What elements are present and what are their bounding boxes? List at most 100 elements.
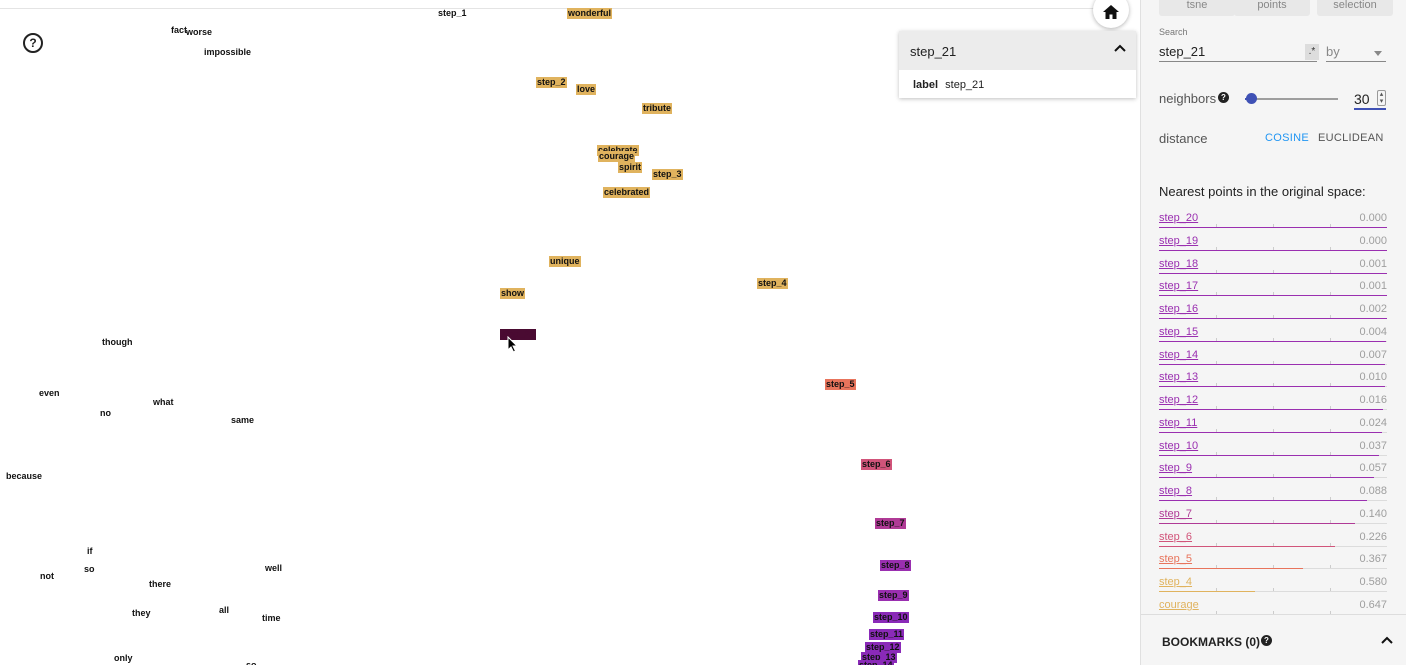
- nearest-point-name[interactable]: step_20: [1159, 212, 1198, 224]
- point-label[interactable]: what: [153, 397, 174, 408]
- nearest-point-distance: 0.140: [1359, 507, 1387, 520]
- point-label[interactable]: step_11: [869, 629, 905, 640]
- nearest-point-row[interactable]: step_20 0.000: [1159, 210, 1387, 233]
- point-label[interactable]: step_7: [875, 518, 906, 529]
- nearest-point-name[interactable]: step_14: [1159, 349, 1198, 361]
- point-label[interactable]: well: [265, 563, 282, 574]
- nearest-point-row[interactable]: step_19 0.000: [1159, 233, 1387, 256]
- nearest-point-name[interactable]: step_7: [1159, 508, 1192, 520]
- neighbors-help-icon[interactable]: ?: [1218, 92, 1229, 103]
- point-label[interactable]: same: [231, 415, 254, 426]
- point-label[interactable]: step_14: [858, 660, 894, 665]
- distance-euclidean-button[interactable]: EUCLIDEAN: [1318, 132, 1384, 144]
- point-label[interactable]: step_3: [652, 169, 683, 180]
- nearest-point-name[interactable]: step_19: [1159, 235, 1198, 247]
- nearest-point-name[interactable]: step_18: [1159, 258, 1198, 270]
- point-label[interactable]: no: [100, 408, 111, 419]
- tab-points[interactable]: points: [1234, 0, 1310, 16]
- point-label[interactable]: time: [262, 613, 281, 624]
- nearest-point-name[interactable]: step_4: [1159, 576, 1192, 588]
- nearest-point-name[interactable]: step_16: [1159, 303, 1198, 315]
- search-input[interactable]: step_21: [1159, 42, 1317, 62]
- help-icon[interactable]: ?: [23, 33, 43, 53]
- point-label[interactable]: step_2: [536, 77, 567, 88]
- nearest-point-name[interactable]: courage: [1159, 599, 1199, 611]
- point-label[interactable]: wonderful: [567, 8, 612, 19]
- point-label[interactable]: impossible: [204, 47, 251, 58]
- neighbors-slider-track[interactable]: [1245, 98, 1338, 100]
- neighbors-number-input[interactable]: 30 ▴ ▾: [1354, 88, 1386, 110]
- nearest-point-name[interactable]: step_11: [1159, 417, 1197, 429]
- nearest-point-row[interactable]: step_16 0.002: [1159, 301, 1387, 324]
- nearest-point-row[interactable]: step_14 0.007: [1159, 347, 1387, 370]
- point-label[interactable]: step_8: [880, 560, 911, 571]
- point-label[interactable]: even: [39, 388, 60, 399]
- point-label[interactable]: spirit: [618, 162, 643, 173]
- projection-canvas[interactable]: step_1 wonderful fact worse impossible step_2…: [0, 0, 1140, 665]
- point-label[interactable]: if: [87, 546, 93, 557]
- spinner-icon[interactable]: ▴ ▾: [1377, 90, 1386, 106]
- nearest-point-name[interactable]: step_5: [1159, 553, 1192, 565]
- bookmarks-help-icon[interactable]: ?: [1261, 635, 1272, 646]
- point-label[interactable]: step_1: [438, 8, 467, 19]
- point-label[interactable]: fact: [171, 25, 187, 36]
- nearest-point-row[interactable]: step_12 0.016: [1159, 392, 1387, 415]
- point-label[interactable]: unique: [549, 256, 581, 267]
- point-label[interactable]: step_6: [861, 459, 892, 470]
- point-label[interactable]: courage: [598, 151, 636, 162]
- chevron-up-icon[interactable]: [1114, 44, 1126, 52]
- chevron-up-icon[interactable]: [1381, 636, 1393, 644]
- point-label[interactable]: only: [114, 653, 133, 664]
- nearest-point-row[interactable]: step_5 0.367: [1159, 551, 1387, 574]
- point-label[interactable]: all: [219, 605, 229, 616]
- nearest-point-row[interactable]: step_8 0.088: [1159, 483, 1387, 506]
- regex-toggle-button[interactable]: .*: [1305, 44, 1319, 60]
- nearest-point-row[interactable]: step_7 0.140: [1159, 506, 1387, 529]
- point-label[interactable]: step_10: [873, 612, 909, 623]
- distance-cosine-button[interactable]: COSINE: [1265, 132, 1309, 144]
- nearest-point-name[interactable]: step_6: [1159, 531, 1192, 543]
- neighbors-slider-thumb[interactable]: [1246, 93, 1257, 104]
- point-label[interactable]: tribute: [642, 103, 672, 114]
- point-label[interactable]: love: [576, 84, 597, 95]
- nearest-point-row[interactable]: step_18 0.001: [1159, 256, 1387, 279]
- distance-bar: [1159, 454, 1379, 456]
- distance-bar: [1159, 272, 1387, 274]
- nearest-point-name[interactable]: step_9: [1159, 462, 1192, 474]
- nearest-point-name[interactable]: step_15: [1159, 326, 1198, 338]
- nearest-point-name[interactable]: step_10: [1159, 440, 1198, 452]
- nearest-point-row[interactable]: step_4 0.580: [1159, 574, 1387, 597]
- nearest-point-row[interactable]: step_17 0.001: [1159, 278, 1387, 301]
- bookmarks-bar[interactable]: BOOKMARKS (0) ?: [1141, 614, 1406, 665]
- nearest-point-row[interactable]: step_15 0.004: [1159, 324, 1387, 347]
- nearest-point-name[interactable]: step_12: [1159, 394, 1198, 406]
- distance-bar: [1159, 295, 1387, 297]
- nearest-point-row[interactable]: step_6 0.226: [1159, 529, 1387, 552]
- inspector-header[interactable]: step_21: [899, 31, 1136, 70]
- point-label[interactable]: so: [246, 660, 257, 665]
- search-by-select[interactable]: by: [1326, 42, 1386, 62]
- nearest-point-name[interactable]: step_13: [1159, 371, 1198, 383]
- nearest-point-row[interactable]: step_10 0.037: [1159, 438, 1387, 461]
- nearest-point-row[interactable]: step_9 0.057: [1159, 460, 1387, 483]
- tab-selection[interactable]: selection: [1317, 0, 1393, 16]
- point-label[interactable]: there: [149, 579, 171, 590]
- point-label[interactable]: worse: [186, 27, 212, 38]
- point-label[interactable]: they: [132, 608, 151, 619]
- point-label[interactable]: so: [84, 564, 95, 575]
- point-label[interactable]: though: [102, 337, 133, 348]
- nearest-point-row[interactable]: step_13 0.010: [1159, 369, 1387, 392]
- point-label[interactable]: step_5: [825, 379, 856, 390]
- point-label[interactable]: step_9: [878, 590, 909, 601]
- nearest-point-row[interactable]: step_11 0.024: [1159, 415, 1387, 438]
- point-label[interactable]: not: [40, 571, 54, 582]
- point-label[interactable]: step_4: [757, 278, 788, 289]
- point-label[interactable]: celebrated: [603, 187, 651, 198]
- point-label[interactable]: because: [6, 471, 42, 482]
- nearest-point-name[interactable]: step_8: [1159, 485, 1192, 497]
- nearest-point-name[interactable]: step_17: [1159, 280, 1198, 292]
- tab-tsne[interactable]: tsne: [1159, 0, 1235, 16]
- home-button[interactable]: [1093, 0, 1129, 28]
- point-label[interactable]: show: [500, 288, 526, 299]
- nearest-point-distance: 0.088: [1359, 485, 1387, 497]
